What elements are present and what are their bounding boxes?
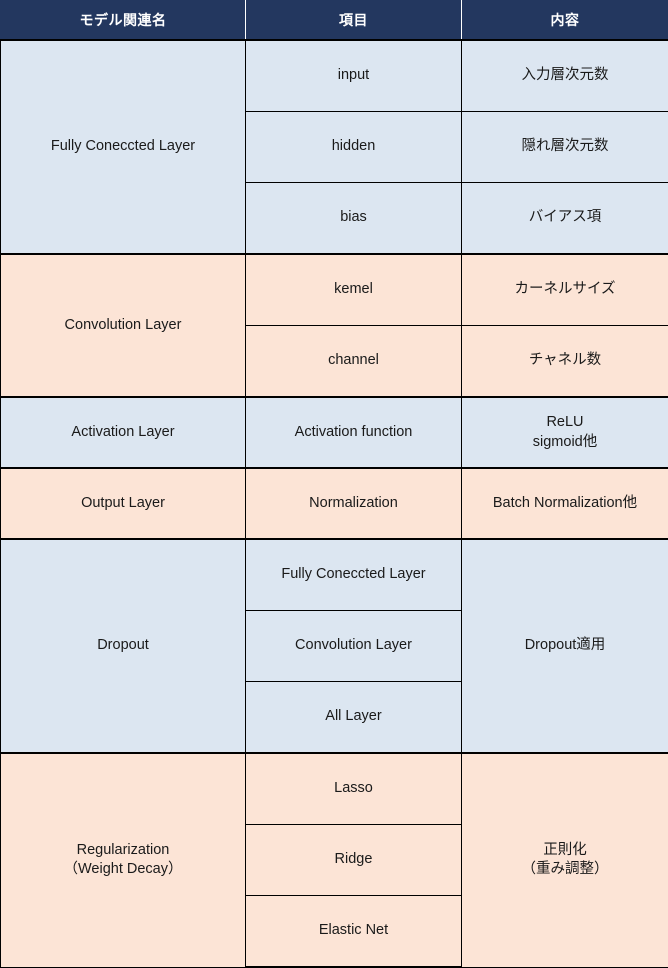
table-header: モデル関連名 項目 内容: [1, 1, 668, 41]
item-cell: Ridge: [246, 825, 462, 896]
item-cell: Fully Coneccted Layer: [246, 539, 462, 611]
item-cell: input: [246, 40, 462, 112]
column-header-model-name: モデル関連名: [1, 1, 246, 41]
item-cell: Convolution Layer: [246, 611, 462, 682]
column-header-detail: 内容: [462, 1, 668, 41]
section-label-activation-layer: Activation Layer: [1, 397, 246, 468]
item-cell: hidden: [246, 112, 462, 183]
item-cell: Activation function: [246, 397, 462, 468]
table-row: Output Layer Normalization Batch Normali…: [1, 468, 668, 539]
table-row: Dropout Fully Coneccted Layer Dropout適用: [1, 539, 668, 611]
item-cell: Elastic Net: [246, 896, 462, 968]
table-row: Activation Layer Activation function ReL…: [1, 397, 668, 468]
section-label-regularization: Regularization （Weight Decay）: [1, 753, 246, 967]
item-cell: channel: [246, 326, 462, 398]
detail-cell: Batch Normalization他: [462, 468, 668, 539]
item-cell: kemel: [246, 254, 462, 326]
item-cell: Normalization: [246, 468, 462, 539]
item-cell: Lasso: [246, 753, 462, 825]
table-row: Fully Coneccted Layer input 入力層次元数: [1, 40, 668, 112]
detail-cell-merged: 正則化 （重み調整）: [462, 753, 668, 967]
item-cell: bias: [246, 183, 462, 255]
detail-cell: 隠れ層次元数: [462, 112, 668, 183]
header-row: モデル関連名 項目 内容: [1, 1, 668, 41]
table-row: Convolution Layer kemel カーネルサイズ: [1, 254, 668, 326]
model-reference-table: モデル関連名 項目 内容 Fully Coneccted Layer input…: [0, 0, 668, 968]
section-label-output-layer: Output Layer: [1, 468, 246, 539]
section-label-convolution-layer: Convolution Layer: [1, 254, 246, 397]
column-header-item: 項目: [246, 1, 462, 41]
detail-cell: カーネルサイズ: [462, 254, 668, 326]
section-label-fully-connected-layer: Fully Coneccted Layer: [1, 40, 246, 254]
table-row: Regularization （Weight Decay） Lasso 正則化 …: [1, 753, 668, 825]
detail-cell: チャネル数: [462, 326, 668, 398]
detail-cell-merged: Dropout適用: [462, 539, 668, 753]
detail-cell: バイアス項: [462, 183, 668, 255]
detail-cell: 入力層次元数: [462, 40, 668, 112]
table-body: Fully Coneccted Layer input 入力層次元数 hidde…: [1, 40, 668, 967]
section-label-dropout: Dropout: [1, 539, 246, 753]
item-cell: All Layer: [246, 682, 462, 754]
detail-cell: ReLU sigmoid他: [462, 397, 668, 468]
